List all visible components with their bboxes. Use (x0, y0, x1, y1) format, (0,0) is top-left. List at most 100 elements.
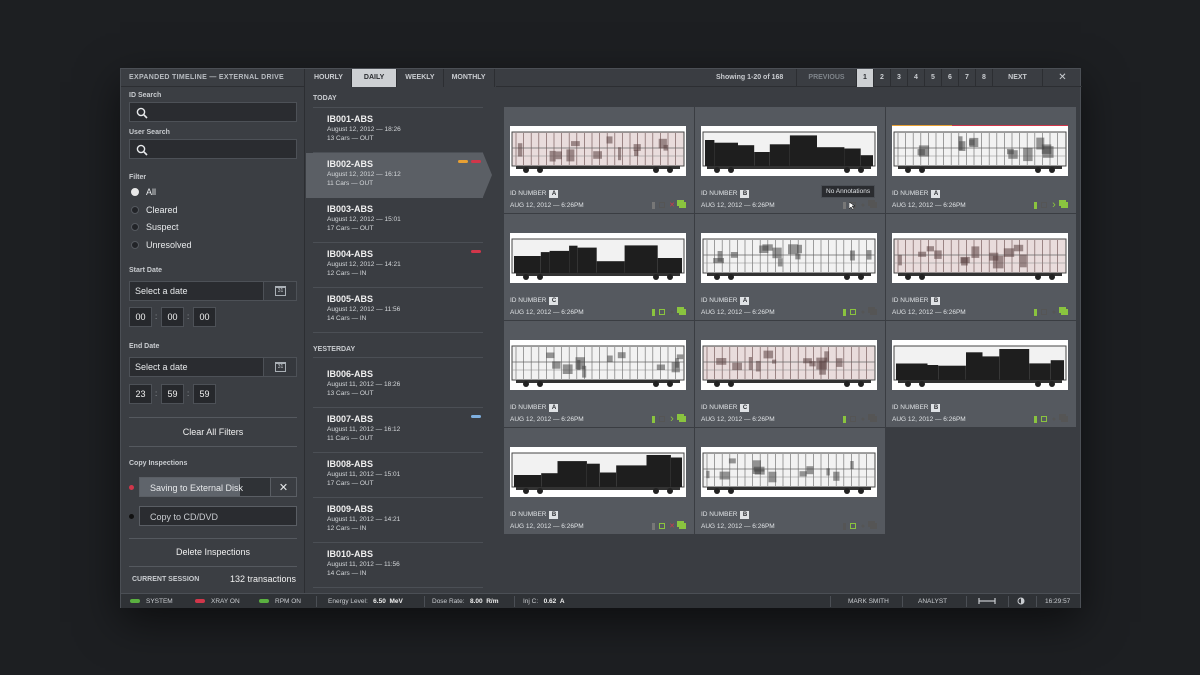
note-icon[interactable] (659, 202, 665, 208)
start-hour-field[interactable]: 00 (129, 307, 152, 327)
list-item[interactable]: IB002-ABS August 12, 2012 — 16:12 11 Cars … (306, 153, 492, 198)
scan-card[interactable]: ID NUMBER B AUG 12, 2012 — 6:26PM ● No Annot… (695, 107, 885, 213)
scan-card[interactable]: ID NUMBER A AUG 12, 2012 — 6:26PM ● (695, 214, 885, 320)
list-item[interactable]: IB001-ABS August 12, 2012 — 18:26 13 Cars … (313, 108, 483, 153)
scan-thumbnail[interactable] (892, 340, 1068, 390)
copy-icon[interactable] (679, 309, 686, 315)
flag-icon[interactable] (843, 415, 846, 423)
page-5-button[interactable]: 5 (924, 69, 941, 87)
flag-icon[interactable] (843, 522, 846, 530)
tab-hourly[interactable]: HOURLY (306, 69, 352, 87)
note-icon[interactable] (850, 416, 856, 422)
scan-thumbnail[interactable] (510, 126, 686, 176)
tab-daily[interactable]: DAILY (351, 69, 398, 87)
list-item[interactable]: IB008-ABS August 11, 2012 — 15:01 17 Cars … (313, 453, 483, 498)
page-2-button[interactable]: 2 (873, 69, 890, 87)
filter-option-cleared[interactable]: Cleared (131, 205, 178, 217)
start-calendar-button[interactable]: 31 (263, 282, 296, 300)
copy-icon[interactable] (1061, 202, 1068, 208)
page-7-button[interactable]: 7 (958, 69, 975, 87)
scan-thumbnail[interactable] (510, 340, 686, 390)
tab-weekly[interactable]: WEEKLY (397, 69, 444, 87)
note-icon[interactable] (850, 309, 856, 315)
status-icon[interactable]: ● (860, 309, 866, 316)
scan-thumbnail[interactable] (701, 447, 877, 497)
clear-filters-button[interactable]: Clear All Filters (129, 427, 297, 437)
scan-card[interactable]: ID NUMBER C AUG 12, 2012 — 6:26PM ● (695, 321, 885, 427)
scan-card[interactable]: ID NUMBER B AUG 12, 2012 — 6:26PM ● (886, 214, 1076, 320)
page-1-button[interactable]: 1 (856, 69, 873, 87)
note-icon[interactable] (1041, 202, 1047, 208)
scan-thumbnail[interactable] (510, 233, 686, 283)
note-icon[interactable] (659, 523, 665, 529)
list-item[interactable]: IB004-ABS August 12, 2012 — 14:21 12 Cars … (313, 243, 483, 288)
copy-icon[interactable] (870, 309, 877, 315)
page-3-button[interactable]: 3 (890, 69, 907, 87)
scan-card[interactable]: ID NUMBER B AUG 12, 2012 — 6:26PM ✕ (504, 428, 694, 534)
copy-cd-button[interactable]: Copy to CD/DVD (139, 506, 297, 526)
copy-icon[interactable] (1061, 416, 1068, 422)
user-search-input[interactable] (129, 139, 297, 159)
start-date-field[interactable]: Select a date 31 (129, 281, 297, 301)
note-icon[interactable] (1041, 416, 1047, 422)
page-6-button[interactable]: 6 (941, 69, 958, 87)
scan-card[interactable]: ID NUMBER B AUG 12, 2012 — 6:26PM ● (886, 321, 1076, 427)
copy-icon[interactable] (870, 416, 877, 422)
filter-option-unresolved[interactable]: Unresolved (131, 240, 192, 252)
end-calendar-button[interactable]: 31 (263, 358, 296, 376)
start-minute-field[interactable]: 00 (161, 307, 184, 327)
copy-icon[interactable] (679, 202, 686, 208)
scan-thumbnail[interactable] (701, 126, 877, 176)
status-icon[interactable]: ● (669, 309, 675, 316)
end-date-field[interactable]: Select a date 31 (129, 357, 297, 377)
list-item[interactable]: IB007-ABS August 11, 2012 — 16:12 11 Cars … (313, 408, 483, 453)
status-icon[interactable]: ● (860, 416, 866, 423)
scan-card[interactable]: ID NUMBER A AUG 12, 2012 — 6:26PM ✕ (504, 107, 694, 213)
status-icon[interactable]: ✕ (669, 202, 675, 209)
list-item[interactable]: IB003-ABS August 12, 2012 — 15:01 17 Cars … (313, 198, 483, 243)
copy-icon[interactable] (679, 523, 686, 529)
filter-option-suspect[interactable]: Suspect (131, 222, 179, 234)
status-icon[interactable]: ● (1051, 416, 1057, 423)
end-second-field[interactable]: 59 (193, 384, 216, 404)
flag-icon[interactable] (652, 415, 655, 423)
flag-icon[interactable] (652, 201, 655, 209)
status-icon[interactable]: ✕ (669, 523, 675, 530)
list-item[interactable]: IB006-ABS August 11, 2012 — 18:26 13 Cars … (313, 363, 483, 408)
status-icon[interactable]: ● (860, 202, 866, 209)
flag-icon[interactable] (652, 522, 655, 530)
scan-card[interactable]: ID NUMBER A AUG 12, 2012 — 6:26PM › (504, 321, 694, 427)
note-icon[interactable] (850, 523, 856, 529)
status-icon[interactable]: › (1051, 199, 1057, 210)
list-item[interactable]: IB005-ABS August 12, 2012 — 11:56 14 Cars … (313, 288, 483, 333)
scan-thumbnail[interactable] (701, 233, 877, 283)
scan-thumbnail[interactable] (510, 447, 686, 497)
user-name[interactable]: MARK SMITH (848, 598, 889, 605)
scan-card[interactable]: ID NUMBER C AUG 12, 2012 — 6:26PM ● (504, 214, 694, 320)
delete-inspections-button[interactable]: Delete Inspections (129, 547, 297, 557)
scan-card[interactable]: ID NUMBER A AUG 12, 2012 — 6:26PM › (886, 107, 1076, 213)
flag-icon[interactable] (843, 201, 846, 209)
note-icon[interactable] (659, 416, 665, 422)
tab-monthly[interactable]: MONTHLY (444, 69, 495, 87)
scan-thumbnail[interactable] (892, 233, 1068, 283)
scan-card[interactable]: ID NUMBER B AUG 12, 2012 — 6:26PM ● (695, 428, 885, 534)
status-icon[interactable]: ● (860, 523, 866, 530)
id-search-input[interactable] (129, 102, 297, 122)
note-icon[interactable] (659, 309, 665, 315)
copy-icon[interactable] (870, 523, 877, 529)
tools-icon[interactable] (978, 597, 996, 607)
start-second-field[interactable]: 00 (193, 307, 216, 327)
close-window-button[interactable]: ✕ (1042, 69, 1082, 87)
previous-page-button[interactable]: PREVIOUS (796, 69, 856, 87)
flag-icon[interactable] (1034, 308, 1037, 316)
status-icon[interactable]: ● (1051, 309, 1057, 316)
list-item[interactable]: IB009-ABS August 11, 2012 — 14:21 12 Cars … (313, 498, 483, 543)
power-icon[interactable] (1017, 597, 1025, 607)
flag-icon[interactable] (1034, 415, 1037, 423)
next-page-button[interactable]: NEXT (992, 69, 1042, 87)
copy-icon[interactable] (1061, 309, 1068, 315)
end-hour-field[interactable]: 23 (129, 384, 152, 404)
page-4-button[interactable]: 4 (907, 69, 924, 87)
note-icon[interactable] (1041, 309, 1047, 315)
